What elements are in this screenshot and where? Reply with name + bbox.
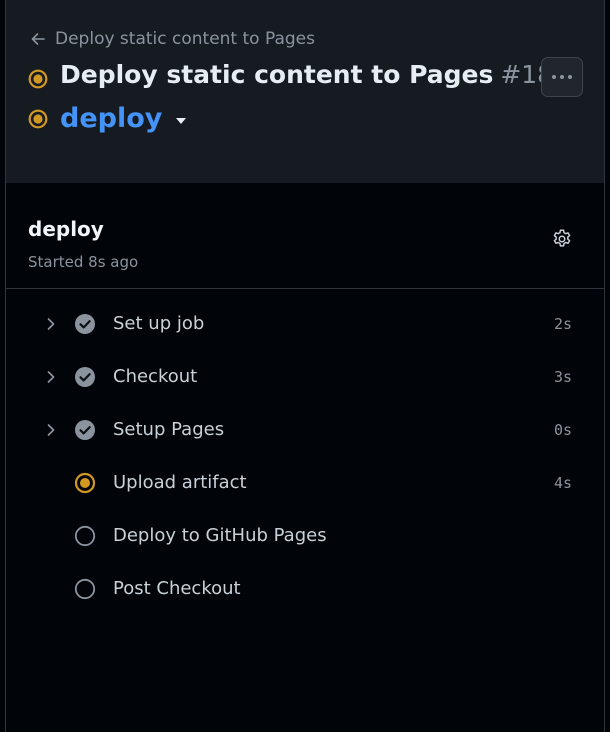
- step-row[interactable]: Checkout 3s: [6, 350, 604, 403]
- kebab-horizontal-icon: [552, 75, 572, 79]
- in-progress-icon: [28, 69, 48, 88]
- more-options-button[interactable]: [541, 57, 583, 97]
- check-circle-icon: [75, 313, 95, 334]
- job-selector-label[interactable]: deploy: [60, 103, 162, 134]
- job-header: deploy Started 8s ago: [6, 183, 604, 289]
- page-title: Deploy static content to Pages: [60, 60, 494, 89]
- gear-icon[interactable]: [551, 228, 573, 250]
- queued-circle-icon: [74, 525, 96, 546]
- triangle-down-icon: [176, 117, 187, 124]
- job-selector[interactable]: deploy: [28, 103, 187, 134]
- step-row[interactable]: Post Checkout: [6, 562, 604, 615]
- chevron-right-icon: [47, 370, 55, 383]
- step-duration: 0s: [553, 420, 572, 439]
- in-progress-icon: [74, 472, 96, 493]
- step-duration: 2s: [553, 314, 572, 333]
- step-name: Checkout: [113, 366, 198, 387]
- check-circle-icon: [75, 419, 95, 440]
- queued-circle-icon: [74, 578, 96, 599]
- step-row[interactable]: Setup Pages 0s: [6, 403, 604, 456]
- step-row[interactable]: Upload artifact 4s: [6, 456, 604, 509]
- step-name: Upload artifact: [113, 472, 247, 493]
- step-duration: 4s: [553, 473, 572, 492]
- run-title-row: Deploy static content to Pages #18: [28, 60, 553, 89]
- back-link[interactable]: Deploy static content to Pages: [30, 27, 315, 51]
- step-row[interactable]: Set up job 2s: [6, 297, 604, 350]
- workflow-run-panel: Deploy static content to Pages Deploy st…: [5, 0, 605, 732]
- job-title: deploy: [28, 217, 104, 241]
- step-name: Set up job: [113, 313, 205, 334]
- in-progress-icon: [28, 109, 48, 128]
- step-row[interactable]: Deploy to GitHub Pages: [6, 509, 604, 562]
- chevron-right-icon: [47, 423, 55, 436]
- step-name: Deploy to GitHub Pages: [113, 525, 327, 546]
- check-circle-icon: [75, 366, 95, 387]
- back-link-label: Deploy static content to Pages: [55, 29, 315, 49]
- run-header: Deploy static content to Pages Deploy st…: [6, 0, 604, 183]
- step-name: Post Checkout: [113, 578, 241, 599]
- arrow-left-icon: [31, 33, 45, 45]
- chevron-right-icon: [47, 317, 55, 330]
- job-started-text: Started 8s ago: [28, 253, 139, 271]
- step-name: Setup Pages: [113, 419, 225, 440]
- steps-list: Set up job 2s Checkout 3s Setup Pages 0s Uploa…: [6, 297, 604, 615]
- step-duration: 3s: [553, 367, 572, 386]
